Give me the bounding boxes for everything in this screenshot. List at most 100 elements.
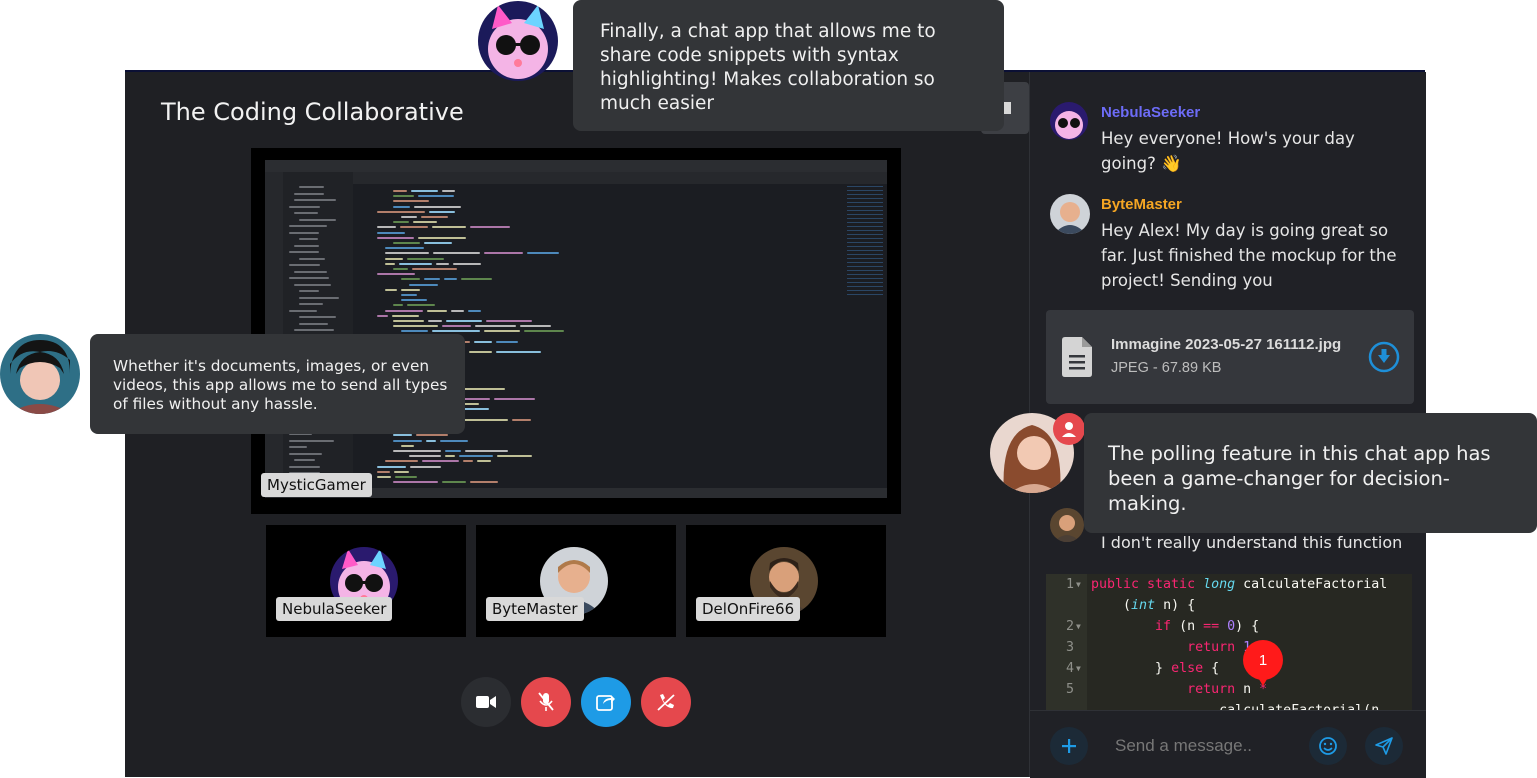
file-tree-item [289,465,320,468]
code-line [436,262,449,265]
code-line [453,262,481,265]
file-tree-item [294,329,334,331]
code-line [401,288,420,291]
room-title: The Coding Collaborative [161,98,464,126]
code-line [440,439,468,442]
file-tree-item [294,199,336,201]
testimonial-bubble: Finally, a chat app that allows me to sh… [573,0,1004,131]
message-input[interactable]: Send a message.. [1115,736,1252,756]
phone-off-icon [657,694,675,711]
code-line [421,216,448,218]
document-file-icon [1062,337,1092,377]
hang-up-button[interactable] [641,677,691,727]
participant-tile[interactable]: NebulaSeeker [266,525,466,637]
plus-icon [1062,739,1076,753]
code-line [484,252,523,255]
code-line [377,314,388,317]
avatar [1050,102,1088,140]
code-line [393,205,410,208]
code-line [424,242,452,244]
file-tree-item [294,212,318,214]
file-attachment[interactable]: Immagine 2023-05-27 161112.jpg JPEG - 67… [1046,310,1414,404]
user-icon [1053,413,1085,445]
code-line [385,257,403,260]
code-line: (int n) { [1091,598,1196,613]
main-video[interactable]: MysticGamer [251,148,901,514]
file-tree-item [289,251,319,253]
file-tree-item [299,316,336,318]
code-line [385,252,429,255]
file-tree-item [294,244,319,247]
message-composer: Send a message.. [1030,710,1426,778]
code-line [428,320,442,322]
file-tree-item [289,225,327,227]
emoji-button[interactable] [1309,727,1347,765]
file-tree-item [299,322,328,325]
code-line [427,309,447,312]
code-line [407,304,435,307]
smiley-icon [1319,737,1337,755]
code-line [512,418,531,421]
code-line [401,216,417,218]
share-screen-button[interactable] [581,677,631,727]
message-text: Hey everyone! How's your day going? 👋 [1101,129,1355,173]
code-line: 2 ▼ if (n == 0) { [1065,619,1260,634]
mute-button[interactable] [521,677,571,727]
code-line [445,450,461,452]
code-line [407,257,444,260]
code-line [394,470,409,473]
send-button[interactable] [1365,727,1403,765]
code-line [377,210,425,213]
code-line [470,226,510,229]
unread-badge[interactable]: 1 [1243,640,1283,686]
code-line [465,450,508,452]
file-tree-item [294,270,327,273]
file-tree-item [289,452,322,455]
code-line [418,236,466,239]
participant-tile[interactable]: DelOnFire66 [686,525,886,637]
avatar [478,1,558,81]
video-camera-icon [476,696,496,708]
code-line: 5 return n * [1065,682,1268,697]
code-line [444,278,457,281]
code-line [393,242,420,244]
download-icon[interactable] [1368,341,1400,373]
code-line [401,330,428,333]
code-line [377,236,414,239]
code-line [409,283,438,286]
code-line [393,434,412,437]
code-line [377,231,405,234]
code-line: 3 return 1; [1065,640,1259,655]
code-line [416,434,448,437]
code-line [496,351,541,354]
participant-tile[interactable]: ByteMaster [476,525,676,637]
code-line [401,299,427,302]
code-line [424,278,440,281]
code-line [468,309,481,312]
code-line [409,455,441,458]
code-line [520,325,551,328]
code-line [426,439,436,442]
code-line [418,195,454,198]
participant-name-tag: ByteMaster [486,597,584,621]
code-line [469,351,492,354]
code-line: calculateFactorial(n [1046,700,1412,710]
file-meta: JPEG - 67.89 KB [1111,360,1222,376]
code-line [412,268,457,270]
file-tree-item [289,277,329,279]
code-line [393,268,408,270]
code-line [377,273,415,276]
code-line [527,252,559,255]
file-tree-item [289,309,317,312]
add-attachment-button[interactable] [1050,727,1088,765]
presenter-name-tag: MysticGamer [261,473,372,497]
avatar [0,334,80,414]
code-snippet[interactable]: 1 ▼ public static long calculateFactorial … [1046,574,1412,710]
file-tree-item [299,218,336,221]
code-line [377,465,406,468]
code-line [401,294,417,296]
code-line [401,444,414,447]
file-tree-item [299,296,339,299]
file-tree-item [294,283,331,286]
camera-button[interactable] [461,677,511,727]
